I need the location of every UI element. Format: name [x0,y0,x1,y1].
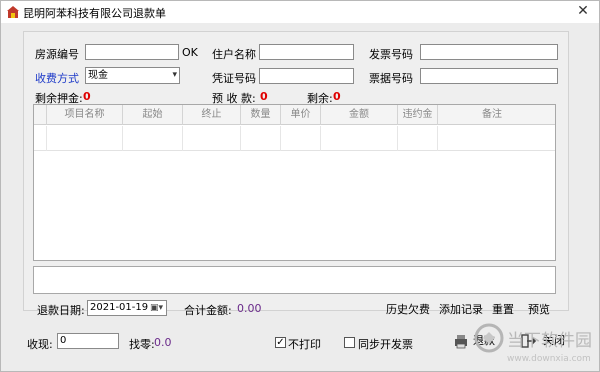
column-header[interactable]: 起始 [123,105,183,125]
table-cell[interactable] [281,126,321,151]
total-value: 0.00 [237,302,262,315]
row-indicator-header [34,105,47,125]
add-record-button[interactable]: 添加记录 [439,301,483,317]
sync-invoice-checkbox[interactable] [344,337,355,348]
chevron-down-icon[interactable]: ▾ [172,68,177,83]
table-cell[interactable] [47,126,123,151]
deposit-left-value: 0 [83,90,91,103]
table-header: 项目名称 起始 终止 数量 单价 金额 违约金 备注 [34,105,555,125]
change-value: 0.0 [154,336,172,349]
table-cell[interactable] [183,126,241,151]
receipt-no-input[interactable] [420,68,558,84]
column-header[interactable]: 数量 [241,105,281,125]
column-header[interactable]: 单价 [281,105,321,125]
column-header[interactable]: 项目名称 [47,105,123,125]
printer-icon [455,335,467,349]
reset-button[interactable]: 重置 [492,301,514,317]
no-print-label[interactable]: 不打印 [288,336,321,352]
close-window-icon[interactable]: ✕ [575,3,591,19]
cash-input[interactable]: 0 [57,333,119,349]
table-cell[interactable] [398,126,438,151]
sync-invoice-label[interactable]: 同步开发票 [358,336,413,352]
refund-date-label: 退款日期: [37,304,85,317]
house-no-ok-button[interactable]: OK [182,46,198,59]
receipt-no-label: 票据号码 [369,72,413,85]
column-header[interactable]: 金额 [321,105,398,125]
refund-date-picker[interactable]: 2021-01-19 ▣▾ [87,300,167,316]
voucher-no-label: 凭证号码 [212,72,256,85]
column-header[interactable]: 备注 [438,105,546,125]
memo-box[interactable] [33,266,556,294]
charge-method-value: 现金 [88,70,108,81]
prepaid-value: 0 [260,90,268,103]
charge-method-label: 收费方式 [35,72,79,85]
column-header[interactable]: 终止 [183,105,241,125]
table-cell[interactable] [321,126,398,151]
watermark-logo: 当下软件园 www.downxia.com [473,316,597,368]
column-header[interactable]: 违约金 [398,105,438,125]
watermark-url: www.downxia.com [507,354,591,364]
refund-window: 昆明阿苯科技有限公司退款单 ✕ 房源编号 OK 住户名称 发票号码 收费方式 现… [0,0,600,372]
watermark-graphic: 当下软件园 www.downxia.com [474,323,592,364]
preview-button[interactable]: 预览 [528,301,550,317]
history-debt-button[interactable]: 历史欠费 [386,301,430,317]
voucher-no-input[interactable] [259,68,354,84]
watermark-text: 当下软件园 [507,331,592,351]
total-label: 合计金额: [184,304,232,317]
title-bar: 昆明阿苯科技有限公司退款单 ✕ [1,1,599,23]
table-cell[interactable] [438,126,546,151]
table-cell[interactable] [123,126,183,151]
row-indicator [34,126,47,151]
house-no-label: 房源编号 [35,48,79,61]
items-table[interactable]: 项目名称 起始 终止 数量 单价 金额 违约金 备注 [33,104,556,261]
charge-method-select[interactable]: 现金 ▾ [85,67,180,84]
window-title: 昆明阿苯科技有限公司退款单 [23,7,166,20]
invoice-no-input[interactable] [420,44,558,60]
tenant-name-label: 住户名称 [212,48,256,61]
table-row[interactable] [34,126,555,151]
app-icon [7,6,19,18]
tenant-name-input[interactable] [259,44,354,60]
remain-value: 0 [333,90,341,103]
house-no-input[interactable] [85,44,179,60]
calendar-dropdown-icon[interactable]: ▣▾ [148,302,165,314]
invoice-no-label: 发票号码 [369,48,413,61]
change-label: 找零: [129,338,155,351]
refund-date-value: 2021-01-19 [90,302,149,313]
no-print-checkbox[interactable]: ✓ [275,337,286,348]
table-cell[interactable] [241,126,281,151]
cash-label: 收现: [27,338,53,351]
